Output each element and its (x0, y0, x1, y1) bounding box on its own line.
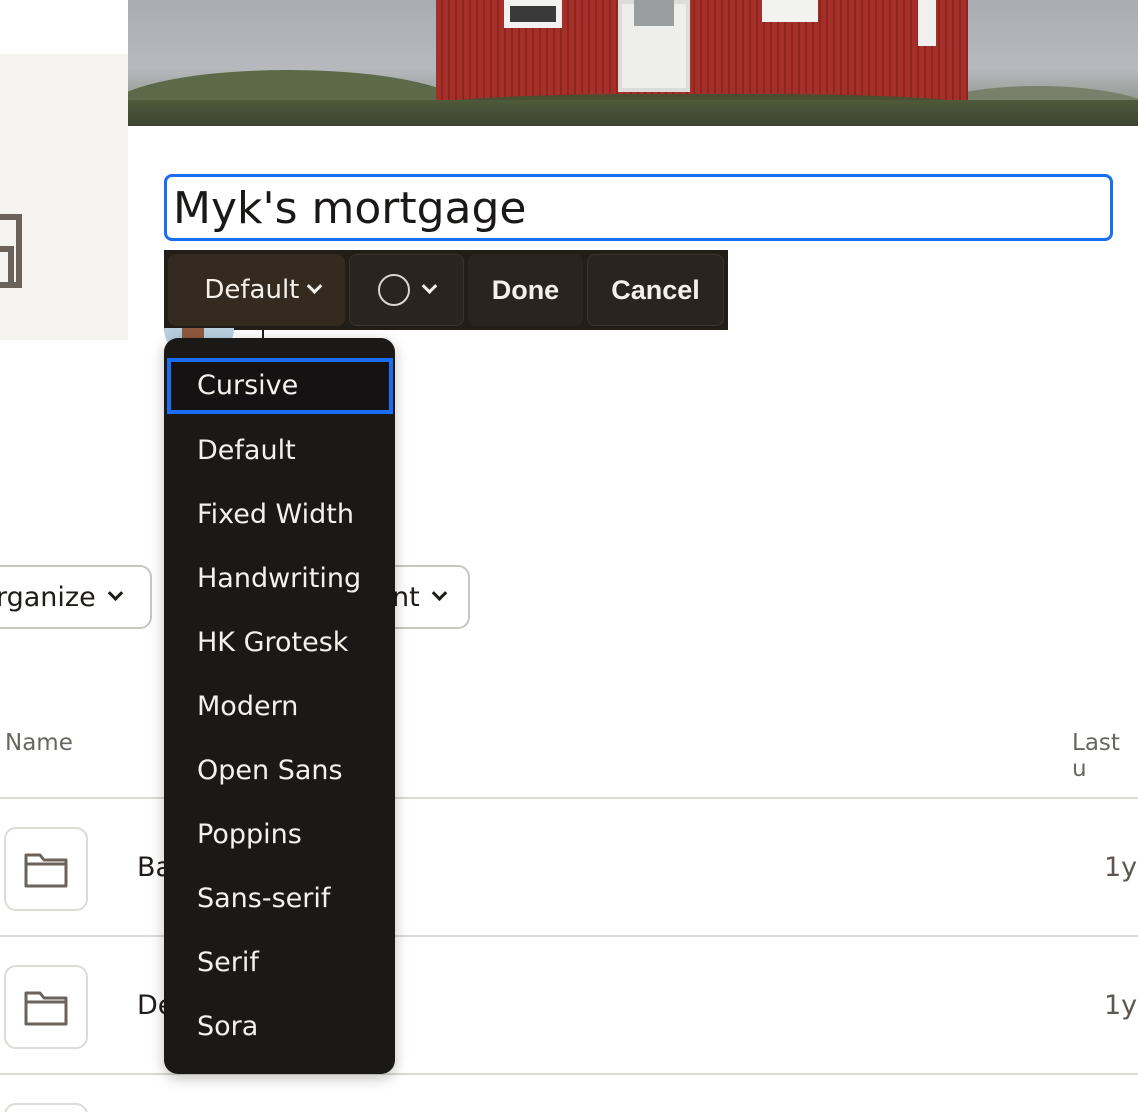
organize-filter-button[interactable]: rganize (0, 565, 152, 629)
column-header-name[interactable]: Name (5, 730, 73, 756)
folder-icon (24, 991, 68, 1026)
table-row-icon[interactable] (4, 965, 88, 1049)
column-header-last[interactable]: Last u (1072, 730, 1138, 782)
color-select-button[interactable] (348, 254, 464, 326)
font-option-sans-serif[interactable]: Sans-serif (164, 868, 395, 930)
font-select-button[interactable]: Default (168, 254, 345, 326)
font-dropdown-menu: Cursive Default Fixed Width Handwriting … (164, 338, 395, 1074)
font-option-open-sans[interactable]: Open Sans (164, 740, 395, 802)
font-option-sora[interactable]: Sora (164, 996, 395, 1058)
color-circle-icon (377, 274, 410, 306)
table-row-time: 1y (1104, 852, 1138, 883)
project-icon-card[interactable] (0, 54, 128, 340)
font-option-hk-grotesk[interactable]: HK Grotesk (164, 612, 395, 674)
cancel-button[interactable]: Cancel (587, 254, 724, 326)
chevron-down-icon (307, 277, 323, 294)
font-option-handwriting[interactable]: Handwriting (164, 548, 395, 610)
second-filter-label: nt (392, 581, 420, 613)
folder-icon (24, 853, 68, 888)
font-option-default[interactable]: Default (164, 420, 395, 482)
table-row-icon[interactable] (4, 827, 88, 911)
font-option-poppins[interactable]: Poppins (164, 804, 395, 866)
title-input[interactable]: Myk's mortgage (164, 174, 1113, 241)
table-row-icon[interactable] (4, 1103, 88, 1112)
organize-filter-label: rganize (0, 581, 96, 613)
chevron-down-icon (431, 584, 447, 601)
chevron-down-icon (107, 584, 123, 601)
font-select-label: Default (204, 275, 300, 305)
font-option-fixed-width[interactable]: Fixed Width (164, 484, 395, 546)
done-button[interactable]: Done (467, 254, 584, 326)
title-format-toolbar: Default Done Cancel (164, 250, 728, 330)
chevron-down-icon (421, 277, 438, 294)
font-option-serif[interactable]: Serif (164, 932, 395, 994)
project-icon (0, 214, 22, 288)
table-row-time: 1y (1104, 990, 1138, 1021)
divider (0, 1073, 1138, 1075)
font-option-modern[interactable]: Modern (164, 676, 395, 738)
cover-image (128, 0, 1138, 126)
font-option-cursive[interactable]: Cursive (167, 358, 393, 414)
